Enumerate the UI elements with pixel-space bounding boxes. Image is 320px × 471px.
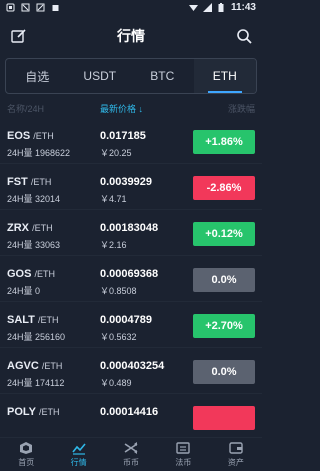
- nav-fiat[interactable]: 法币: [157, 438, 209, 471]
- pair-base: SALT: [7, 314, 35, 326]
- list-item[interactable]: EOS /ETH 24H量 1968622 0.017185 ￥20.25 +1…: [0, 118, 262, 164]
- pair-price: 0.00183048: [100, 222, 159, 234]
- pair-base: EOS: [7, 130, 31, 142]
- notification-icon: [6, 3, 15, 12]
- pair-price-cny: ￥0.8508: [100, 286, 137, 296]
- list-item[interactable]: POLY /ETH 0.00014416: [0, 394, 262, 440]
- pair-symbol: ZRX /ETH: [7, 222, 53, 234]
- change-badge[interactable]: 0.0%: [193, 360, 255, 384]
- column-headers: 名称/24H 最新价格 ↓ 涨跌幅: [0, 100, 262, 114]
- edit-icon[interactable]: [10, 28, 26, 44]
- nav-exchange[interactable]: 币币: [105, 438, 157, 471]
- pair-base: GOS: [7, 268, 32, 280]
- pair-volume: 24H量 256160: [7, 332, 66, 342]
- change-badge[interactable]: +0.12%: [193, 222, 255, 246]
- pair-quote: /ETH: [37, 315, 59, 325]
- signal-icon: [202, 2, 212, 12]
- exchange-icon: [124, 442, 138, 454]
- column-change-header[interactable]: 涨跌幅: [228, 102, 255, 115]
- nav-assets[interactable]: 资产: [210, 438, 262, 471]
- image-icon: [36, 3, 45, 12]
- status-time: 11:43: [230, 1, 256, 13]
- market-tabs: 自选 USDT BTC ETH: [5, 58, 257, 94]
- pair-symbol: POLY /ETH: [7, 406, 60, 418]
- pair-volume: 24H量 174112: [7, 378, 65, 388]
- nav-fiat-label: 法币: [175, 458, 192, 467]
- pair-quote: /ETH: [34, 269, 56, 279]
- nav-market-label: 行情: [70, 458, 87, 467]
- status-bar: 11:43: [0, 0, 262, 14]
- pair-price: 0.00014416: [100, 406, 159, 418]
- change-badge[interactable]: -2.86%: [193, 176, 255, 200]
- nav-home-label: 首页: [18, 458, 35, 467]
- pair-base: POLY: [7, 406, 36, 418]
- pair-symbol: SALT /ETH: [7, 314, 58, 326]
- change-badge[interactable]: +2.70%: [193, 314, 255, 338]
- list-item[interactable]: SALT /ETH 24H量 256160 0.0004789 ￥0.5632 …: [0, 302, 262, 348]
- pair-volume: 24H量 0: [7, 286, 41, 296]
- fiat-icon: [176, 442, 191, 454]
- pair-price-cny: ￥0.489: [100, 378, 132, 388]
- nav-exchange-label: 币币: [123, 458, 140, 467]
- pair-price-cny: ￥20.25: [100, 148, 132, 158]
- pair-volume: 24H量 32014: [7, 194, 61, 204]
- pair-price-cny: ￥0.5632: [100, 332, 137, 342]
- tab-eth[interactable]: ETH: [193, 59, 256, 93]
- wifi-icon: [188, 3, 198, 12]
- pair-quote: /ETH: [41, 361, 63, 371]
- search-icon[interactable]: [236, 28, 252, 44]
- change-badge[interactable]: [193, 406, 255, 430]
- pair-price: 0.000403254: [100, 360, 165, 372]
- pair-price: 0.017185: [100, 130, 146, 142]
- app-header: 行情: [0, 14, 262, 58]
- nav-home[interactable]: 首页: [0, 438, 52, 471]
- column-price-header[interactable]: 最新价格 ↓: [100, 102, 143, 115]
- tab-btc[interactable]: BTC: [131, 59, 194, 93]
- pair-symbol: FST /ETH: [7, 176, 51, 188]
- pair-base: AGVC: [7, 360, 39, 372]
- pair-volume: 24H量 1968622: [7, 148, 71, 158]
- list-item[interactable]: AGVC /ETH 24H量 174112 0.000403254 ￥0.489…: [0, 348, 262, 394]
- pair-price: 0.00069368: [100, 268, 159, 280]
- pair-quote: /ETH: [33, 131, 54, 141]
- market-chart-icon: [71, 443, 86, 455]
- list-item[interactable]: ZRX /ETH 24H量 33063 0.00183048 ￥2.16 +0.…: [0, 210, 262, 256]
- pair-price: 0.0039929: [100, 176, 152, 188]
- tab-usdt[interactable]: USDT: [69, 59, 132, 93]
- column-name-header[interactable]: 名称/24H: [7, 102, 44, 115]
- tab-favorites[interactable]: 自选: [6, 59, 69, 93]
- change-badge[interactable]: 0.0%: [193, 268, 255, 292]
- change-badge[interactable]: +1.86%: [193, 130, 255, 154]
- wallet-icon: [229, 442, 243, 454]
- home-icon: [20, 442, 33, 454]
- bottom-nav: 首页 行情 币币 法币 资产: [0, 437, 262, 471]
- pair-price: 0.0004789: [100, 314, 152, 326]
- nav-assets-label: 资产: [227, 458, 244, 467]
- list-item[interactable]: FST /ETH 24H量 32014 0.0039929 ￥4.71 -2.8…: [0, 164, 262, 210]
- pair-price-cny: ￥2.16: [100, 240, 127, 250]
- pair-base: ZRX: [7, 222, 29, 234]
- download-icon: [51, 3, 60, 12]
- pair-quote: /ETH: [30, 177, 52, 187]
- pair-quote: /ETH: [39, 407, 60, 417]
- pair-base: FST: [7, 176, 28, 188]
- page-title: 行情: [117, 28, 145, 44]
- pair-volume: 24H量 33063: [7, 240, 61, 250]
- list-item[interactable]: GOS /ETH 24H量 0 0.00069368 ￥0.8508 0.0%: [0, 256, 262, 302]
- pair-quote: /ETH: [32, 223, 53, 233]
- battery-icon: [217, 2, 226, 12]
- file-icon: [21, 3, 30, 12]
- pair-symbol: EOS /ETH: [7, 130, 54, 142]
- pair-symbol: GOS /ETH: [7, 268, 55, 280]
- pair-price-cny: ￥4.71: [100, 194, 127, 204]
- nav-market[interactable]: 行情: [52, 438, 104, 471]
- pair-symbol: AGVC /ETH: [7, 360, 62, 372]
